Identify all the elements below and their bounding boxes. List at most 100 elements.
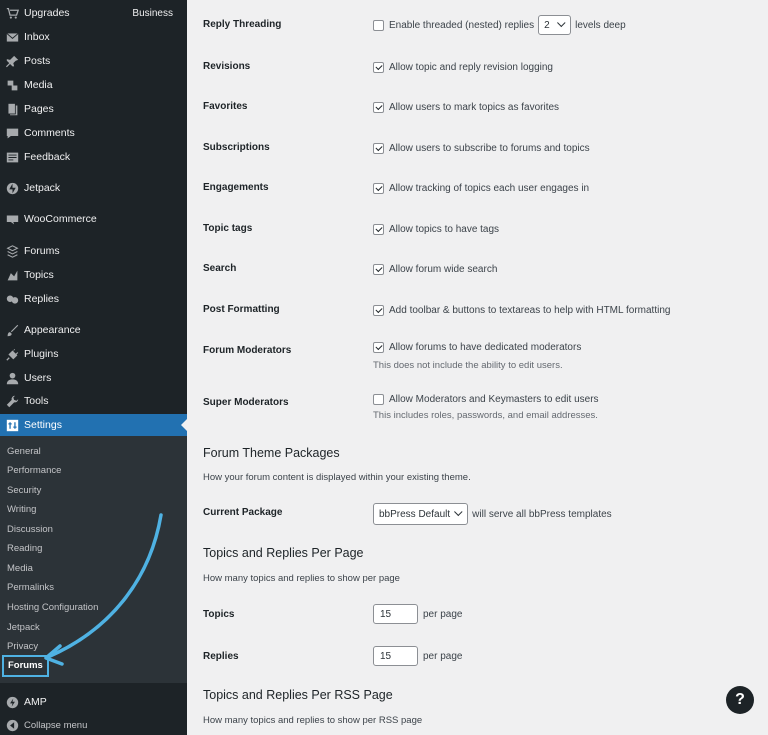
menu-forums-label: Forums — [24, 245, 60, 257]
chevron-down-icon — [557, 18, 566, 28]
menu-comments[interactable]: Comments — [0, 122, 187, 144]
theme-packages-heading: Forum Theme Packages — [203, 446, 340, 460]
topic-tags-checkbox[interactable] — [373, 224, 384, 235]
forum-moderators-text: Allow forums to have dedicated moderator… — [389, 342, 582, 353]
subscriptions-checkbox[interactable] — [373, 143, 384, 154]
cart-icon — [5, 6, 19, 20]
engagements-text: Allow tracking of topics each user engag… — [389, 183, 590, 194]
revisions-label: Revisions — [203, 61, 251, 72]
menu-tools-label: Tools — [24, 395, 49, 407]
forum-moderators-desc: This does not include the ability to edi… — [373, 360, 563, 371]
menu-jetpack-label: Jetpack — [24, 182, 61, 194]
menu-plugins-label: Plugins — [24, 348, 59, 360]
menu-feedback-label: Feedback — [24, 151, 71, 163]
replies-per-page-label: Replies — [203, 651, 239, 662]
menu-appearance[interactable]: Appearance — [0, 319, 187, 341]
menu-plugins[interactable]: Plugins — [0, 343, 187, 365]
pages-icon — [5, 102, 19, 116]
help-button[interactable]: ? — [726, 686, 754, 714]
submenu-media[interactable]: Media — [7, 561, 33, 577]
forum-moderators-label: Forum Moderators — [203, 345, 292, 356]
plug-icon — [5, 347, 19, 361]
search-checkbox[interactable] — [373, 264, 384, 275]
replies-per-page-unit: per page — [423, 650, 463, 662]
forum-moderators-checkbox[interactable] — [373, 342, 384, 353]
search-label: Search — [203, 263, 237, 274]
menu-amp[interactable]: AMP — [0, 691, 187, 713]
menu-woocommerce[interactable]: WooCommerce — [0, 208, 187, 230]
topics-per-page-input[interactable]: 15 — [373, 604, 418, 624]
menu-replies[interactable]: Replies — [0, 288, 187, 310]
replies-icon — [5, 292, 19, 306]
submenu-jetpack[interactable]: Jetpack — [7, 620, 40, 636]
menu-tools[interactable]: Tools — [0, 390, 187, 412]
amp-icon — [5, 695, 19, 709]
admin-sidebar: Upgrades Business Inbox Posts Media Page… — [0, 0, 187, 735]
per-page-desc: How many topics and replies to show per … — [203, 573, 400, 584]
menu-pages[interactable]: Pages — [0, 98, 187, 120]
menu-settings[interactable]: Settings — [0, 414, 187, 436]
menu-posts[interactable]: Posts — [0, 50, 187, 72]
per-rss-desc: How many topics and replies to show per … — [203, 715, 423, 726]
theme-packages-desc: How your forum content is displayed with… — [203, 472, 471, 483]
menu-comments-label: Comments — [24, 127, 75, 139]
menu-posts-label: Posts — [24, 55, 51, 67]
submenu-forums[interactable]: Forums — [2, 655, 49, 677]
post-formatting-label: Post Formatting — [203, 304, 280, 315]
menu-forums[interactable]: Forums — [0, 240, 187, 262]
current-package-select[interactable]: bbPress Default — [373, 503, 469, 525]
subscriptions-text: Allow users to subscribe to forums and t… — [389, 143, 590, 154]
post-formatting-text: Add toolbar & buttons to textareas to he… — [389, 305, 671, 316]
menu-amp-label: AMP — [24, 696, 47, 708]
submenu-security[interactable]: Security — [7, 483, 41, 499]
submenu-reading[interactable]: Reading — [7, 541, 42, 557]
menu-upgrades[interactable]: Upgrades Business — [0, 2, 187, 24]
favorites-text: Allow users to mark topics as favorites — [389, 102, 560, 113]
wrench-icon — [5, 394, 19, 408]
submenu-privacy[interactable]: Privacy — [7, 639, 38, 655]
chevron-down-icon — [454, 507, 463, 517]
menu-replies-label: Replies — [24, 293, 60, 305]
brush-icon — [5, 323, 19, 337]
menu-topics[interactable]: Topics — [0, 264, 187, 286]
topic-tags-label: Topic tags — [203, 223, 253, 234]
jetpack-icon — [5, 181, 19, 195]
menu-woocommerce-label: WooCommerce — [24, 213, 97, 225]
thread-depth-select[interactable]: 2 — [538, 15, 572, 35]
favorites-checkbox[interactable] — [373, 102, 384, 113]
comment-icon — [5, 126, 19, 140]
reply-threading-text: Enable threaded (nested) replies — [389, 19, 535, 31]
thread-depth-suffix: levels deep — [575, 19, 626, 31]
pin-icon — [5, 54, 19, 68]
thread-depth-value: 2 — [544, 19, 550, 31]
menu-feedback[interactable]: Feedback — [0, 146, 187, 168]
revisions-text: Allow topic and reply revision logging — [389, 62, 553, 73]
menu-topics-label: Topics — [24, 269, 54, 281]
menu-media[interactable]: Media — [0, 74, 187, 96]
super-moderators-checkbox[interactable] — [373, 394, 384, 405]
collapse-icon — [5, 718, 19, 732]
topics-per-page-label: Topics — [203, 609, 235, 620]
media-icon — [5, 78, 19, 92]
submenu-hosting-configuration[interactable]: Hosting Configuration — [7, 600, 98, 616]
topic-tags-text: Allow topics to have tags — [389, 224, 500, 235]
menu-jetpack[interactable]: Jetpack — [0, 177, 187, 199]
submenu-general[interactable]: General — [7, 444, 41, 460]
revisions-checkbox[interactable] — [373, 62, 384, 73]
menu-users[interactable]: Users — [0, 367, 187, 389]
menu-inbox[interactable]: Inbox — [0, 26, 187, 48]
menu-settings-label: Settings — [24, 419, 62, 431]
replies-per-page-input[interactable]: 15 — [373, 646, 418, 666]
engagements-label: Engagements — [203, 182, 269, 193]
post-formatting-checkbox[interactable] — [373, 305, 384, 316]
submenu-permalinks[interactable]: Permalinks — [7, 580, 54, 596]
submenu-performance[interactable]: Performance — [7, 463, 61, 479]
submenu-writing[interactable]: Writing — [7, 502, 36, 518]
collapse-menu[interactable]: Collapse menu — [0, 714, 187, 735]
engagements-checkbox[interactable] — [373, 183, 384, 194]
submenu-discussion[interactable]: Discussion — [7, 522, 53, 538]
super-moderators-desc: This includes roles, passwords, and emai… — [373, 410, 598, 421]
favorites-label: Favorites — [203, 101, 248, 112]
woo-icon — [5, 212, 19, 226]
reply-threading-checkbox[interactable] — [373, 19, 384, 31]
